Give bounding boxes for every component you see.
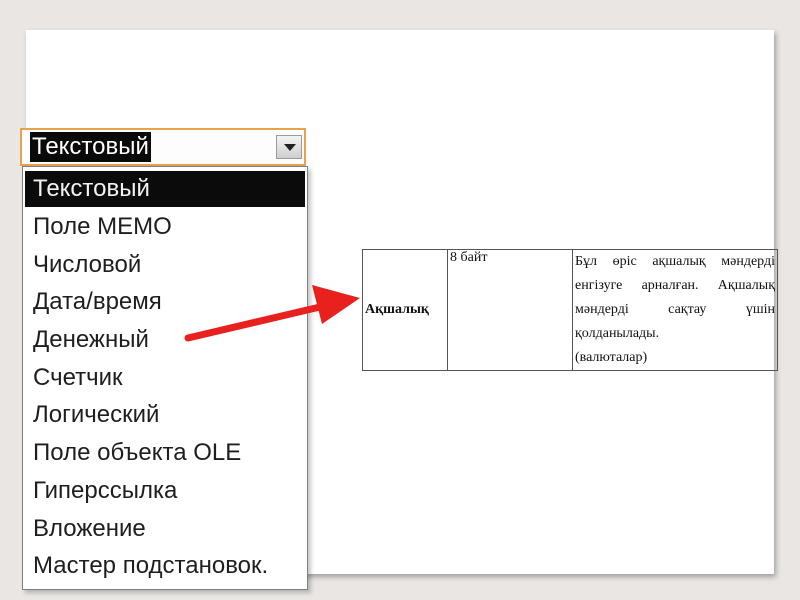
list-item-attachment[interactable]: Вложение [25,511,305,547]
description-note: (валюталар) [575,350,648,365]
description-text: Бұл өріс ақшалық мәндерді енгізуге арнал… [575,254,775,341]
combo-selected-value[interactable]: Текстовый [30,132,151,162]
list-item-ole-object[interactable]: Поле объекта OLE [25,435,305,471]
list-item-number[interactable]: Числовой [25,247,305,283]
data-type-combobox[interactable]: Текстовый [20,128,306,166]
data-type-dropdown-list: Текстовый Поле МЕМО Числовой Дата/время … [22,166,308,590]
list-item-memo[interactable]: Поле МЕМО [25,209,305,245]
list-item-currency[interactable]: Денежный [25,322,305,358]
list-item-autonumber[interactable]: Счетчик [25,360,305,396]
type-size-cell: 8 байт [447,249,573,371]
table-row: Ақшалық 8 байт Бұл өріс ақшалық мәндерді… [362,249,778,371]
list-item-datetime[interactable]: Дата/время [25,284,305,320]
type-description-cell: Бұл өріс ақшалық мәндерді енгізуге арнал… [572,249,778,371]
dropdown-button[interactable] [276,135,302,159]
chevron-down-icon [284,144,296,151]
type-name-cell: Ақшалық [362,249,448,371]
list-item-hyperlink[interactable]: Гиперссылка [25,473,305,509]
list-item-text[interactable]: Текстовый [25,171,305,207]
list-item-lookup-wizard[interactable]: Мастер подстановок. [25,548,305,584]
data-type-description-table: Ақшалық 8 байт Бұл өріс ақшалық мәндерді… [362,249,778,371]
list-item-boolean[interactable]: Логический [25,397,305,433]
